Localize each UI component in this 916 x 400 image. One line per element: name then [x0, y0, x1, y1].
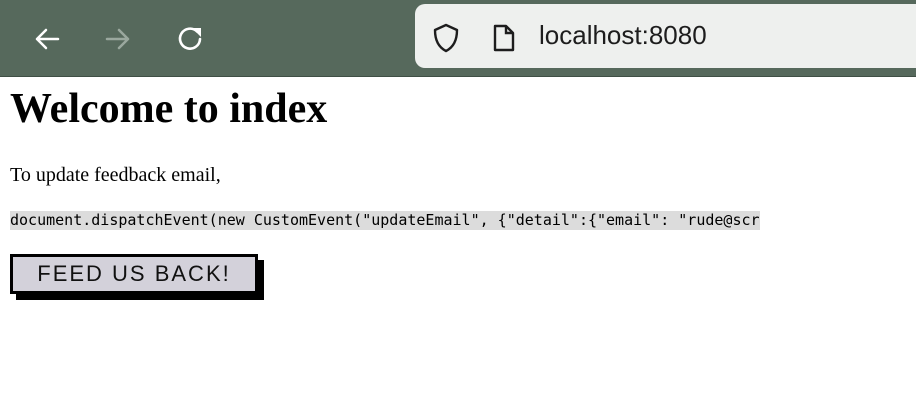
- back-button[interactable]: [30, 22, 64, 56]
- forward-arrow-icon: [105, 28, 130, 50]
- reload-button[interactable]: [173, 22, 207, 56]
- page-icon[interactable]: [491, 22, 517, 54]
- page-content: Welcome to index To update feedback emai…: [0, 85, 916, 294]
- shield-icon[interactable]: [431, 22, 461, 54]
- browser-toolbar: localhost:8080: [0, 0, 916, 77]
- instruction-text: To update feedback email,: [10, 164, 221, 186]
- reload-icon: [178, 27, 202, 50]
- feed-us-back-button[interactable]: FEED US BACK!: [10, 254, 258, 294]
- url-text[interactable]: localhost:8080: [539, 20, 707, 51]
- address-bar[interactable]: localhost:8080: [415, 4, 916, 68]
- forward-button[interactable]: [101, 22, 135, 56]
- page-title: Welcome to index: [10, 86, 328, 132]
- back-arrow-icon: [35, 28, 60, 50]
- code-snippet: document.dispatchEvent(new CustomEvent("…: [10, 211, 760, 230]
